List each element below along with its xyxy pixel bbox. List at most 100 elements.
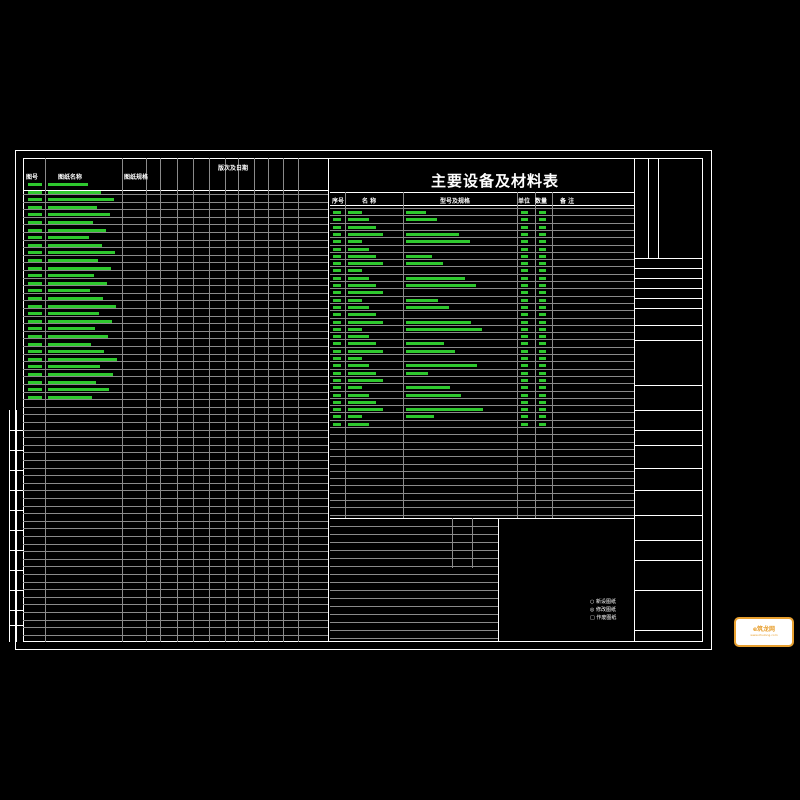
materials-row-rule (330, 303, 634, 304)
materials-header-qty: 数量 (535, 198, 548, 205)
drawing-number-mark (28, 229, 42, 232)
material-name-mark (348, 226, 376, 229)
drawing-name-mark (48, 365, 100, 368)
material-unit-mark (521, 313, 528, 316)
material-unit-mark (521, 335, 528, 338)
materials-row-rule (330, 245, 634, 246)
drawing-name-mark (48, 183, 88, 186)
material-name-mark (348, 357, 362, 360)
drawing-number-mark (28, 206, 42, 209)
material-spec-mark (406, 372, 428, 375)
material-unit-mark (521, 240, 528, 243)
drawing-list-col-rule (254, 158, 255, 642)
materials-row-rule (330, 310, 634, 311)
material-index-mark (333, 379, 341, 382)
drawing-list-col-rule (225, 158, 226, 642)
materials-row-rule (330, 332, 634, 333)
title-block-row (634, 560, 702, 561)
drawing-name-mark (48, 381, 96, 384)
material-spec-mark (406, 408, 483, 411)
material-spec-mark (406, 299, 438, 302)
title-block-row (634, 515, 702, 516)
material-qty-mark (539, 299, 546, 302)
material-index-mark (333, 226, 341, 229)
materials-row-rule (330, 266, 634, 267)
drawing-name-mark (48, 320, 112, 323)
drawing-list-col-rule (209, 158, 210, 642)
materials-row-rule (330, 259, 634, 260)
material-index-mark (333, 284, 341, 287)
material-unit-mark (521, 262, 528, 265)
material-unit-mark (521, 357, 528, 360)
materials-col-rule (552, 192, 553, 518)
title-block-row (634, 410, 702, 411)
material-unit-mark (521, 226, 528, 229)
material-index-mark (333, 313, 341, 316)
materials-row-rule (330, 471, 634, 472)
drawing-name-mark (48, 350, 104, 353)
material-unit-mark (521, 248, 528, 251)
title-block-row (634, 430, 702, 431)
material-qty-mark (539, 335, 546, 338)
material-spec-mark (406, 350, 455, 353)
material-unit-mark (521, 328, 528, 331)
drawing-number-mark (28, 267, 42, 270)
material-name-mark (348, 321, 383, 324)
materials-row-rule (330, 274, 634, 275)
material-index-mark (333, 255, 341, 258)
materials-row-rule (330, 449, 634, 450)
material-index-mark (333, 321, 341, 324)
material-qty-mark (539, 372, 546, 375)
material-unit-mark (521, 299, 528, 302)
material-spec-mark (406, 262, 443, 265)
material-name-mark (348, 328, 362, 331)
material-unit-mark (521, 401, 528, 404)
drawing-number-mark (28, 343, 42, 346)
drawing-number-mark (28, 388, 42, 391)
materials-row-rule (330, 405, 634, 406)
material-index-mark (333, 408, 341, 411)
material-qty-mark (539, 394, 546, 397)
material-name-mark (348, 408, 383, 411)
materials-bottom-rule (330, 518, 634, 519)
drawing-name-mark (48, 229, 106, 232)
title-block-col (648, 158, 649, 258)
material-name-mark (348, 313, 376, 316)
material-spec-mark (406, 218, 437, 221)
drawing-name-mark (48, 259, 98, 262)
drawing-number-mark (28, 244, 42, 247)
drawing-name-mark (48, 244, 102, 247)
drawing-name-mark (48, 191, 101, 194)
material-index-mark (333, 269, 341, 272)
material-spec-mark (406, 277, 465, 280)
materials-row-rule (330, 339, 634, 340)
drawing-name-mark (48, 358, 117, 361)
material-name-mark (348, 335, 369, 338)
material-name-mark (348, 423, 369, 426)
margin-strip-row (9, 610, 23, 611)
drawing-name-mark (48, 343, 91, 346)
drawing-number-mark (28, 305, 42, 308)
drawing-number-mark (28, 320, 42, 323)
margin-strip-left (9, 410, 10, 642)
sub-table-row-rule (330, 606, 498, 607)
drawing-number-mark (28, 365, 42, 368)
title-block-row (634, 490, 702, 491)
material-unit-mark (521, 291, 528, 294)
material-qty-mark (539, 284, 546, 287)
material-name-mark (348, 262, 383, 265)
material-name-mark (348, 269, 362, 272)
materials-header-remark: 备 注 (560, 198, 575, 205)
material-index-mark (333, 350, 341, 353)
drawing-name-mark (48, 206, 97, 209)
materials-row-rule (330, 485, 634, 486)
material-name-mark (348, 291, 383, 294)
drawing-list-col-rule (238, 158, 239, 642)
material-name-mark (348, 364, 369, 367)
material-name-mark (348, 415, 362, 418)
material-name-mark (348, 401, 376, 404)
title-block-row (634, 288, 702, 289)
drawing-name-mark (48, 236, 89, 239)
materials-title-rule (330, 192, 634, 193)
title-block-row (634, 258, 702, 259)
